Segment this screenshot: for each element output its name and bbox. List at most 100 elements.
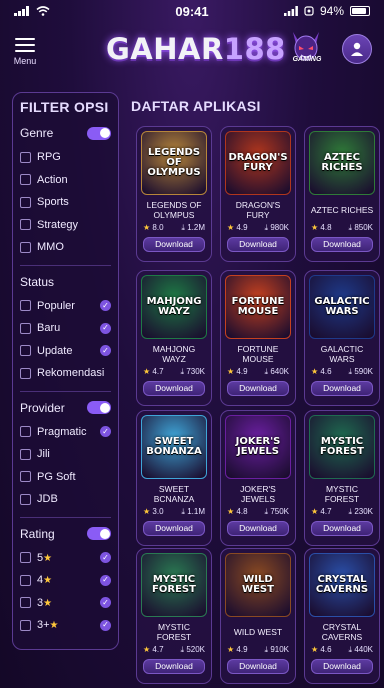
download-button[interactable]: Download — [311, 237, 373, 252]
download-count-icon: ⤓ — [348, 223, 353, 232]
app-card[interactable]: MYSTIC FOREST MYSTIC FOREST ★ 4.7 ⤓ 230K Dow… — [304, 410, 380, 546]
status-option[interactable]: Rekomendasi — [20, 362, 111, 385]
provider-option[interactable]: Pragmatic ✓ — [20, 421, 111, 444]
genre-option[interactable]: Sports — [20, 191, 111, 214]
download-button[interactable]: Download — [143, 237, 205, 252]
genre-option[interactable]: Action — [20, 169, 111, 192]
rating-option[interactable]: 3+★ ✓ — [20, 614, 111, 637]
app-card[interactable]: SWEET BONANZA SWEET BCNANZA ★ 3.0 ⤓ 1.1M Dow… — [136, 410, 212, 546]
checkbox[interactable] — [20, 574, 31, 586]
option-label: PG Soft — [37, 470, 76, 483]
app-thumbnail[interactable]: FORTUNE MOUSE — [225, 275, 291, 339]
checkbox[interactable] — [20, 219, 31, 231]
star-icon: ★ — [143, 223, 151, 232]
download-button[interactable]: Download — [227, 659, 289, 674]
checkbox[interactable] — [20, 241, 31, 253]
profile-button[interactable] — [342, 34, 372, 64]
app-name: CRYSTAL CAVERNS — [321, 622, 363, 642]
genre-option[interactable]: RPG — [20, 146, 111, 169]
checkbox[interactable] — [20, 196, 31, 208]
download-button[interactable]: Download — [143, 521, 205, 536]
rating: ★ 4.7 — [143, 645, 164, 655]
app-meta: ★ 4.9 ⤓ 910K — [225, 645, 291, 655]
app-card[interactable]: WILD WEST WILD WEST ★ 4.9 ⤓ 910K Download — [220, 548, 296, 684]
provider-toggle[interactable] — [87, 401, 111, 414]
star-icon: ★ — [227, 223, 235, 232]
checkbox[interactable] — [20, 322, 31, 334]
app-card[interactable]: JOKER'S JEWELS JOKER'S JEWELS ★ 4.8 ⤓ 750K D… — [220, 410, 296, 546]
rating-value: 4.8 — [236, 507, 248, 516]
option-label: 3+ — [37, 619, 50, 632]
download-button[interactable]: Download — [143, 659, 205, 674]
rating-value: 4.9 — [236, 367, 248, 376]
provider-option[interactable]: PG Soft — [20, 466, 111, 489]
rating-option[interactable]: 4★ ✓ — [20, 569, 111, 592]
app-card[interactable]: DRAGON'S FURY DRAGON'S FURY ★ 4.9 ⤓ 980K Dow… — [220, 126, 296, 262]
download-count-icon: ⤓ — [264, 645, 269, 654]
checkbox[interactable] — [20, 345, 31, 357]
download-count: 640K — [270, 367, 289, 376]
checkbox[interactable] — [20, 493, 31, 505]
checkbox[interactable] — [20, 471, 31, 483]
app-card[interactable]: LEGENDS OF OLYMPUS LEGENDS OF OLYMPUS ★ 8.… — [136, 126, 212, 262]
download-button[interactable]: Download — [227, 237, 289, 252]
app-thumbnail[interactable]: MYSTIC FOREST — [309, 415, 375, 479]
genre-toggle[interactable] — [87, 126, 111, 140]
app-thumbnail[interactable]: LEGENDS OF OLYMPUS — [141, 131, 207, 195]
download-count: 1.2M — [187, 223, 205, 232]
rating-option[interactable]: 3★ ✓ — [20, 592, 111, 615]
rating: ★ 4.9 — [227, 645, 248, 655]
app-card[interactable]: FORTUNE MOUSE FORTUNE MOUSE ★ 4.9 ⤓ 640K Dow… — [220, 270, 296, 406]
provider-option[interactable]: JDB — [20, 488, 111, 511]
app-thumbnail[interactable]: CRYSTAL CAVERNS — [309, 553, 375, 617]
checkbox[interactable] — [20, 300, 31, 312]
app-card[interactable]: MYSTIC FOREST MYSTIC FOREST ★ 4.7 ⤓ 520K Dow… — [136, 548, 212, 684]
rating-toggle[interactable] — [87, 527, 111, 540]
hamburger-icon — [12, 38, 38, 52]
checkbox[interactable] — [20, 448, 31, 460]
app-thumbnail[interactable]: JOKER'S JEWELS — [225, 415, 291, 479]
app-card[interactable]: MAHJONG WAYZ MAHJONG WAYZ ★ 4.7 ⤓ 730K Downl… — [136, 270, 212, 406]
checkbox[interactable] — [20, 426, 31, 438]
brand-logo[interactable]: GAHAR188 — [106, 32, 286, 66]
app-thumbnail[interactable]: WILD WEST — [225, 553, 291, 617]
checkbox[interactable] — [20, 597, 31, 609]
menu-button[interactable]: Menu — [12, 34, 38, 66]
option-label: Rekomendasi — [37, 367, 105, 380]
status-option[interactable]: Update ✓ — [20, 340, 111, 363]
checkbox[interactable] — [20, 552, 31, 564]
download-button[interactable]: Download — [311, 381, 373, 396]
app-card[interactable]: GALACTIC WARS GALACTIC WARS ★ 4.6 ⤓ 590K Dow… — [304, 270, 380, 406]
app-card[interactable]: CRYSTAL CAVERNS CRYSTAL CAVERNS ★ 4.6 ⤓ 440… — [304, 548, 380, 684]
app-thumbnail[interactable]: GALACTIC WARS — [309, 275, 375, 339]
provider-option[interactable]: Jili — [20, 443, 111, 466]
app-meta: ★ 3.0 ⤓ 1.1M — [141, 507, 207, 517]
downloads: ⤓ 910K — [265, 645, 289, 655]
checkbox[interactable] — [20, 367, 31, 379]
downloads: ⤓ 1.2M — [181, 223, 205, 233]
checkbox[interactable] — [20, 619, 31, 631]
app-thumbnail[interactable]: AZTEC RICHES — [309, 131, 375, 195]
star-icon: ★ — [227, 645, 235, 654]
download-button[interactable]: Download — [311, 521, 373, 536]
download-count-icon: ⤓ — [348, 367, 353, 376]
rating: ★ 4.6 — [311, 645, 332, 655]
app-thumbnail[interactable]: SWEET BONANZA — [141, 415, 207, 479]
checkbox[interactable] — [20, 151, 31, 163]
downloads: ⤓ 750K — [265, 507, 289, 517]
app-thumbnail[interactable]: MAHJONG WAYZ — [141, 275, 207, 339]
download-button[interactable]: Download — [311, 659, 373, 674]
app-thumbnail[interactable]: MYSTIC FOREST — [141, 553, 207, 617]
download-button[interactable]: Download — [227, 381, 289, 396]
genre-option[interactable]: MMO — [20, 236, 111, 259]
app-thumbnail[interactable]: DRAGON'S FURY — [225, 131, 291, 195]
app-card[interactable]: AZTEC RICHES AZTEC RICHES ★ 4.8 ⤓ 850K Downl… — [304, 126, 380, 262]
genre-option[interactable]: Strategy — [20, 214, 111, 237]
downloads: ⤓ 730K — [181, 367, 205, 377]
status-option[interactable]: Populer ✓ — [20, 295, 111, 318]
download-button[interactable]: Download — [227, 521, 289, 536]
download-button[interactable]: Download — [143, 381, 205, 396]
rating-option[interactable]: 5★ ✓ — [20, 547, 111, 570]
status-option[interactable]: Baru ✓ — [20, 317, 111, 340]
checkbox[interactable] — [20, 174, 31, 186]
